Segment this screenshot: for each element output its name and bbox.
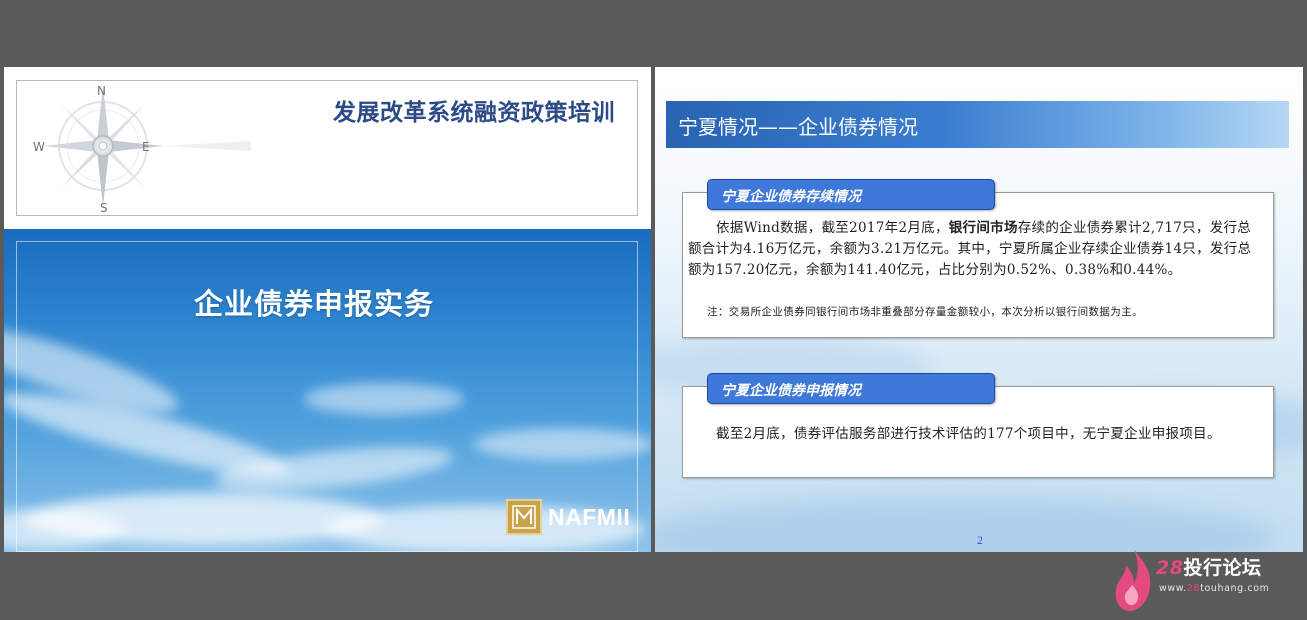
slide-1-title: 发展改革系统融资政策培训 <box>333 100 615 126</box>
paragraph-text: 依据Wind数据，截至2017年2月底， <box>716 220 949 236</box>
compass-letter-n: N <box>97 84 106 98</box>
section-2-tab: 宁夏企业债券申报情况 <box>707 373 995 404</box>
page-number: 2 <box>977 533 983 547</box>
slide-1-subtitle: 企业债券申报实务 <box>194 287 435 321</box>
nafmii-logo-mark-icon <box>506 499 542 535</box>
watermark-url: www.28touhang.com <box>1159 583 1270 594</box>
paragraph-bold-text: 银行间市场 <box>948 220 1018 236</box>
watermark-url-highlight: 28 <box>1186 583 1201 594</box>
watermark: 28投行论坛 www.28touhang.com <box>1112 545 1302 617</box>
compass-letter-e: E <box>142 140 150 154</box>
watermark-url-suffix: touhang.com <box>1200 583 1270 594</box>
watermark-number: 28 <box>1156 557 1184 579</box>
watermark-url-prefix: www. <box>1159 583 1187 594</box>
slide-2-banner: 宁夏情况——企业债券情况 <box>666 101 1289 148</box>
slide-2-title: 宁夏情况——企业债券情况 <box>678 115 918 139</box>
section-2-tab-label: 宁夏企业债券申报情况 <box>721 383 861 399</box>
section-2-paragraph: 截至2月底，债券评估服务部进行技术评估的177个项目中，无宁夏企业申报项目。 <box>716 426 1221 442</box>
compass-letter-s: S <box>100 201 108 215</box>
sky-background: 企业债券申报实务 NAFMII <box>4 229 651 552</box>
watermark-title: 28投行论坛 <box>1156 553 1261 580</box>
compass-letter-w: W <box>33 140 45 154</box>
section-1-note: 注：交易所企业债券同银行间市场非重叠部分存量金额较小，本次分析以银行间数据为主。 <box>707 306 1143 318</box>
slide-1-header: N W E S 发展改革系统融资政策培训 <box>16 80 638 216</box>
nafmii-logo-text: NAFMII <box>548 503 631 530</box>
compass-rose-icon: N W E S <box>33 84 251 215</box>
section-1-tab: 宁夏企业债券存续情况 <box>707 179 995 210</box>
section-1-paragraph: 依据Wind数据，截至2017年2月底，银行间市场存续的企业债券累计2,717只… <box>688 218 1264 281</box>
watermark-name: 投行论坛 <box>1183 557 1262 579</box>
section-1-tab-label: 宁夏企业债券存续情况 <box>721 189 861 205</box>
nafmii-logo: NAFMII <box>506 499 630 535</box>
slide-1: N W E S 发展改革系统融资政策培训 企业债券申报实务 NAFMII <box>4 67 651 552</box>
slide-2: 宁夏情况——企业债券情况 宁夏企业债券存续情况 依据Wind数据，截至2017年… <box>655 67 1303 552</box>
flame-logo-icon <box>1115 549 1151 611</box>
